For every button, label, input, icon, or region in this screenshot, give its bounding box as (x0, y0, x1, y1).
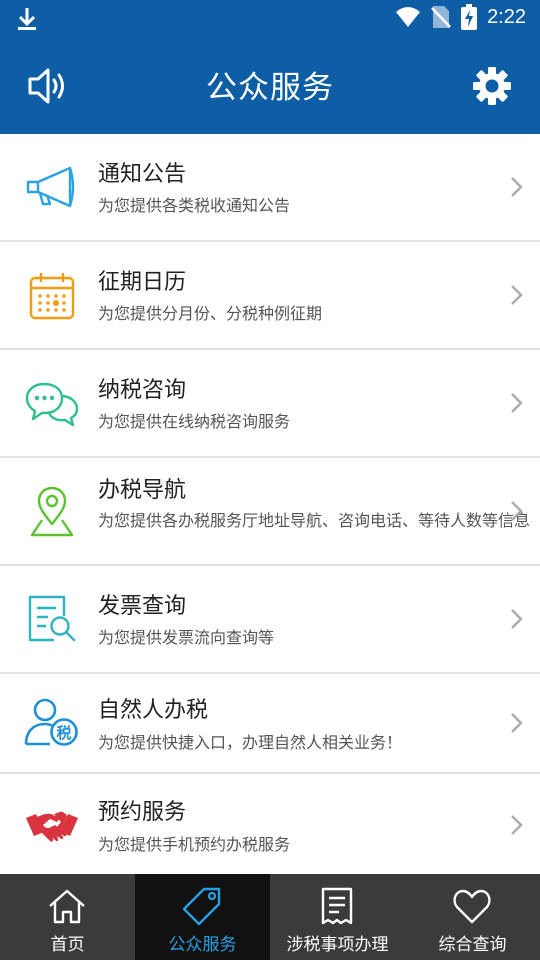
tag-icon (182, 887, 221, 926)
gear-icon[interactable] (470, 64, 514, 108)
tab-label: 公众服务 (168, 935, 237, 955)
service-list: 通知公告 为您提供各类税收通知公告 征期日历 为您提供分月份、分税种例征期 纳税… (0, 134, 540, 878)
tab-query[interactable]: 综合查询 (405, 874, 540, 960)
status-time: 2:22 (487, 5, 526, 28)
wifi-icon (396, 7, 421, 27)
chevron-right-icon (511, 609, 523, 629)
item-subtitle: 为您提供发票流向查询等 (98, 628, 275, 647)
item-subtitle: 为您提供在线纳税咨询服务 (98, 412, 291, 431)
list-item-calendar[interactable]: 征期日历 为您提供分月份、分税种例征期 (0, 242, 540, 350)
calendar-icon (29, 273, 75, 320)
download-icon (18, 8, 36, 30)
tab-label: 涉税事项办理 (286, 935, 389, 955)
tab-tax-matters[interactable]: 涉税事项办理 (270, 874, 405, 960)
person-tax-icon: 税 (24, 698, 78, 746)
no-sim-icon (431, 6, 451, 28)
tax-badge: 税 (56, 724, 71, 742)
map-pin-icon (30, 486, 74, 537)
item-subtitle: 为您提供快捷入口，办理自然人相关业务！ (98, 733, 403, 752)
chevron-right-icon (511, 713, 523, 733)
tab-label: 首页 (50, 935, 85, 955)
handshake-icon (26, 811, 78, 842)
home-icon (49, 889, 85, 924)
item-title: 办税导航 (98, 478, 187, 503)
chevron-right-icon (511, 815, 523, 835)
list-item-navigation[interactable]: 办税导航 为您提供各办税服务厅地址导航、咨询电话、等待人数等信息 (0, 458, 540, 566)
chevron-right-icon (511, 285, 523, 305)
bottom-tab-bar: 首页 公众服务 涉税事项办理 综合查询 (0, 874, 540, 960)
list-item-appointment[interactable]: 预约服务 为您提供手机预约办税服务 (0, 774, 540, 878)
item-subtitle: 为您提供手机预约办税服务 (98, 835, 291, 854)
megaphone-icon (26, 166, 75, 208)
item-title: 自然人办税 (98, 698, 209, 723)
list-item-consult[interactable]: 纳税咨询 为您提供在线纳税咨询服务 (0, 350, 540, 458)
tab-label: 综合查询 (438, 935, 507, 955)
tab-home[interactable]: 首页 (0, 874, 135, 960)
chevron-right-icon (511, 177, 523, 197)
list-item-invoice[interactable]: 发票查询 为您提供发票流向查询等 (0, 566, 540, 674)
chat-bubbles-icon (25, 382, 79, 427)
item-title: 征期日历 (98, 270, 187, 295)
list-item-notice[interactable]: 通知公告 为您提供各类税收通知公告 (0, 134, 540, 242)
battery-charging-icon (461, 4, 478, 30)
chevron-right-icon (511, 501, 523, 521)
tab-public-service[interactable]: 公众服务 (135, 874, 270, 960)
status-bar: 2:22 (0, 0, 540, 36)
receipt-icon (321, 887, 353, 925)
item-subtitle: 为您提供分月份、分税种例征期 (98, 304, 323, 323)
page-title: 公众服务 (206, 70, 334, 106)
item-title: 纳税咨询 (98, 378, 187, 403)
chevron-right-icon (511, 393, 523, 413)
heart-icon (453, 889, 491, 924)
item-subtitle: 为您提供各类税收通知公告 (98, 196, 291, 215)
item-subtitle: 为您提供各办税服务厅地址导航、咨询电话、等待人数等信息 (98, 511, 531, 530)
app-header: 2:22 公众服务 (0, 0, 540, 134)
item-title: 预约服务 (98, 800, 187, 825)
item-title: 发票查询 (98, 594, 187, 619)
list-item-personal-tax[interactable]: 税 自然人办税 为您提供快捷入口，办理自然人相关业务！ (0, 674, 540, 774)
document-search-icon (28, 595, 76, 642)
item-title: 通知公告 (98, 162, 187, 187)
